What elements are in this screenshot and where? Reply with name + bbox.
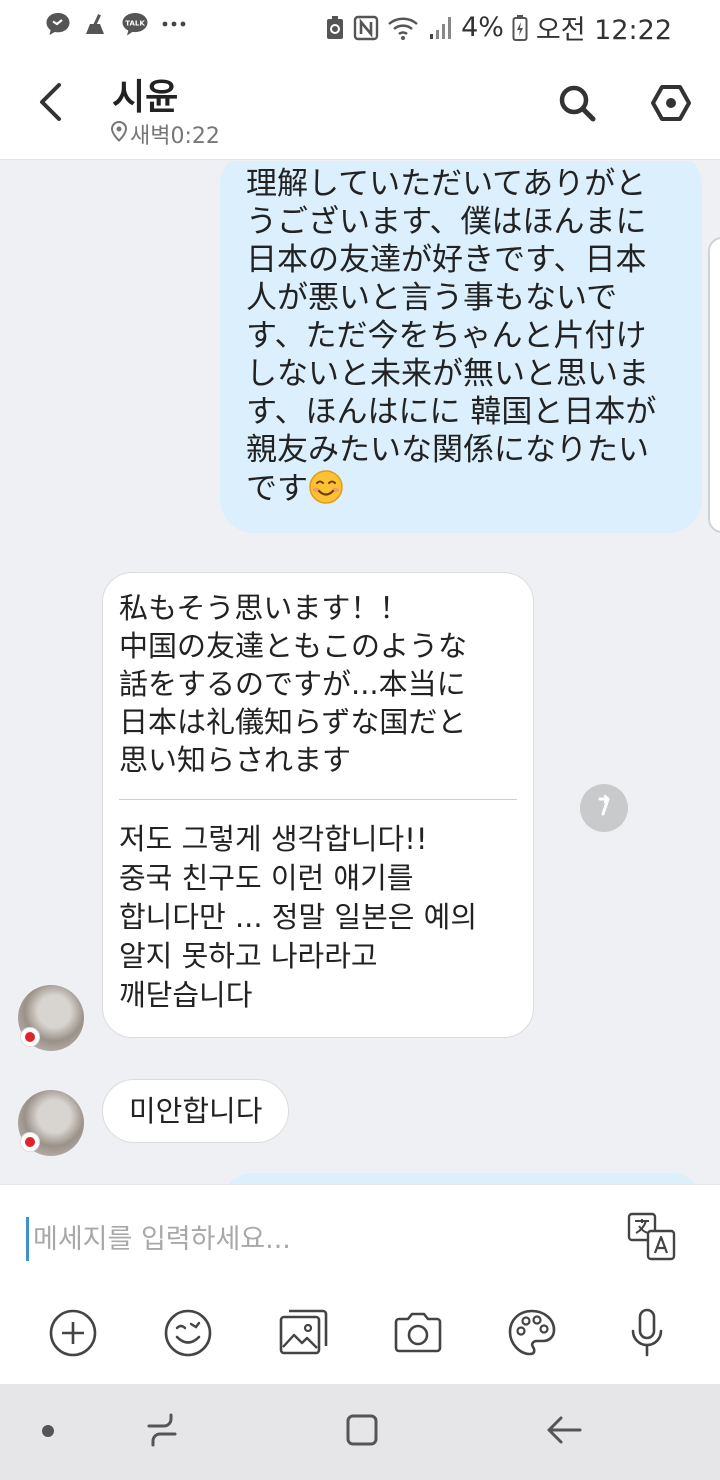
- composer-toolbar: [0, 1307, 720, 1363]
- message-line: 日本の友達が好きです、日本: [246, 242, 647, 278]
- back-button[interactable]: [26, 78, 74, 130]
- add-icon: [47, 1307, 99, 1363]
- chat-header: 시윤 새벽0:22: [0, 50, 720, 160]
- svg-text:TALK: TALK: [125, 20, 145, 28]
- camera-icon: [392, 1307, 444, 1363]
- avatar[interactable]: [18, 985, 84, 1051]
- more-icon: [160, 10, 188, 38]
- camera-button[interactable]: [390, 1307, 446, 1363]
- message-line: 중국 친구도 이런 얘기를: [119, 861, 414, 895]
- settings-icon: [651, 83, 691, 127]
- incoming-message[interactable]: 미안합니다: [102, 1079, 290, 1143]
- gallery-button[interactable]: [275, 1307, 331, 1363]
- composer: [0, 1184, 720, 1384]
- message-line: しないと未来が無いと思いま: [246, 356, 649, 392]
- chat-area[interactable]: 理解していただいてありがと うございます、僕はほんまに 日本の友達が好きです、日…: [0, 161, 720, 1184]
- translate-toggle-icon: [591, 793, 617, 823]
- message-line: 人が悪いと言う事もないで: [246, 280, 618, 316]
- back-icon: [37, 82, 63, 126]
- signal-icon: [427, 15, 453, 41]
- outgoing-message[interactable]: 理解していただいてありがと うございます、僕はほんまに 日本の友達が好きです、日…: [220, 161, 702, 533]
- smiling-face-icon: [308, 469, 344, 505]
- search-button[interactable]: [552, 80, 602, 130]
- message-line: 理解していただいてありがと: [246, 166, 647, 202]
- message-line: 합니다만 ... 정말 일본은 예의: [119, 900, 478, 934]
- home-button[interactable]: [340, 1410, 384, 1454]
- emoji-button[interactable]: [160, 1307, 216, 1363]
- side-panel-edge: [708, 237, 720, 533]
- translate-toggle-button[interactable]: [580, 784, 628, 832]
- system-status: 4% 오전 12:22: [325, 8, 672, 47]
- wifi-icon: [387, 15, 419, 41]
- nav-dot-button[interactable]: [26, 1410, 70, 1454]
- battery-saver-icon: [325, 15, 345, 41]
- last-seen: 새벽0:22: [110, 118, 220, 150]
- add-button[interactable]: [45, 1307, 101, 1363]
- battery-charging-icon: [512, 14, 528, 42]
- translated-text: 저도 그렇게 생각합니다!! 중국 친구도 이런 얘기를 합니다만 ... 정말…: [119, 818, 517, 1015]
- last-seen-text: 새벽0:22: [130, 124, 220, 149]
- status-bar: TALK 4% 오전 12:22: [0, 0, 720, 50]
- message-line: 私もそう思います！！: [119, 591, 409, 625]
- message-input[interactable]: [26, 1217, 586, 1261]
- notification-icons: TALK: [44, 10, 188, 38]
- battery-percent: 4%: [461, 12, 504, 43]
- back-nav-button[interactable]: [542, 1410, 586, 1454]
- message-line: 알지 못하고 나라라고: [119, 939, 378, 973]
- message-line: 저도 그렇게 생각합니다!!: [119, 822, 428, 856]
- original-text: 私もそう思います！！ 中国の友達ともこのような 話をするのですが...本当に 日…: [119, 589, 517, 779]
- microphone-icon: [621, 1307, 673, 1363]
- location-pin-icon: [110, 120, 128, 148]
- message-line: です: [246, 469, 682, 508]
- chat-title: 시윤: [112, 77, 179, 118]
- message-line: うございます、僕はほんまに: [246, 204, 647, 240]
- palette-icon: [506, 1307, 558, 1363]
- translation-divider: [119, 799, 517, 800]
- recent-apps-button[interactable]: [140, 1410, 184, 1454]
- gallery-icon: [277, 1307, 329, 1363]
- japan-flag-icon: [20, 1027, 40, 1047]
- emoji-icon: [162, 1307, 214, 1363]
- message-line: 日本は礼儀知らずな国だと: [119, 705, 467, 739]
- translate-icon: [626, 1212, 678, 1267]
- dot-icon: [41, 1423, 55, 1442]
- message-line: 話をするのですが...本当に: [119, 667, 466, 701]
- recent-apps-icon: [144, 1412, 180, 1452]
- message-line: 깨닫습니다: [119, 978, 253, 1012]
- message-line: す、ほんはにに 韓国と日本が: [246, 394, 657, 430]
- search-icon: [557, 83, 597, 127]
- system-navigation-bar: [0, 1384, 720, 1480]
- message-icon: [44, 10, 72, 38]
- incoming-message[interactable]: 私もそう思います！！ 中国の友達ともこのような 話をするのですが...本当に 日…: [102, 572, 534, 1038]
- nfc-icon: [353, 15, 379, 41]
- clock: 오전 12:22: [535, 15, 672, 46]
- settings-button[interactable]: [646, 80, 696, 130]
- kakaotalk-icon: TALK: [120, 10, 150, 38]
- avatar[interactable]: [18, 1090, 84, 1156]
- message-line: 中国の友達ともこのような: [119, 629, 468, 663]
- translate-button[interactable]: [626, 1211, 678, 1263]
- message-line: 親友みたいな関係になりたい: [246, 432, 649, 468]
- voice-button[interactable]: [619, 1307, 675, 1363]
- home-icon: [344, 1412, 380, 1452]
- outgoing-message-partial[interactable]: [222, 1173, 702, 1184]
- message-line: す、ただ今をちゃんと片付け: [246, 318, 647, 354]
- back-nav-icon: [544, 1412, 584, 1452]
- broom-icon: [82, 10, 110, 38]
- japan-flag-icon: [20, 1132, 40, 1152]
- palette-button[interactable]: [504, 1307, 560, 1363]
- message-line: 思い知らされます: [119, 743, 352, 777]
